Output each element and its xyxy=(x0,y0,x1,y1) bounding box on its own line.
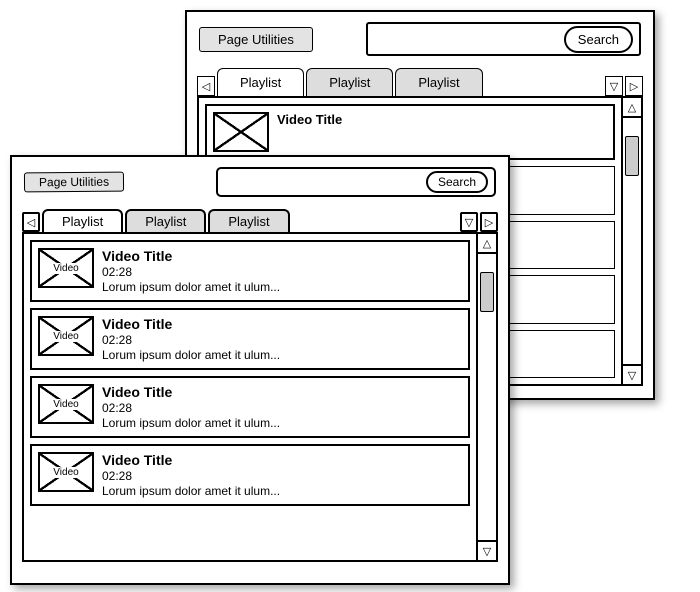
page-utilities-tab[interactable]: Page Utilities xyxy=(199,27,313,52)
scroll-down-icon[interactable]: ▽ xyxy=(623,364,641,384)
tab-playlist[interactable]: Playlist xyxy=(306,68,393,96)
scroll-up-icon[interactable]: △ xyxy=(623,98,641,118)
search-bar: Search xyxy=(366,22,641,56)
search-button[interactable]: Search xyxy=(564,26,633,53)
search-button[interactable]: Search xyxy=(426,171,488,193)
item-body: Video Title xyxy=(277,112,607,128)
tabs-dropdown-icon[interactable]: ▽ xyxy=(460,212,478,232)
tab-playlist[interactable]: Playlist xyxy=(42,209,123,232)
video-thumbnail-icon: Video xyxy=(38,248,94,288)
tab-playlist[interactable]: Playlist xyxy=(208,209,289,232)
video-title: Video Title xyxy=(102,248,462,264)
search-bar: Search xyxy=(216,167,496,197)
video-title: Video Title xyxy=(102,384,462,400)
video-duration: 02:28 xyxy=(102,469,462,483)
tabs-scroll-left-icon[interactable]: ◁ xyxy=(197,76,215,96)
scrollbar[interactable]: △ ▽ xyxy=(621,98,641,384)
search-input[interactable] xyxy=(374,31,558,48)
video-thumbnail-icon xyxy=(213,112,269,152)
video-duration: 02:28 xyxy=(102,333,462,347)
scroll-thumb[interactable] xyxy=(480,272,494,312)
list-item[interactable]: Video Video Title 02:28 Lorum ipsum dolo… xyxy=(30,444,470,506)
scroll-down-icon[interactable]: ▽ xyxy=(478,540,496,560)
tabs-scroll-right-icon[interactable]: ▷ xyxy=(625,76,643,96)
scroll-track[interactable] xyxy=(478,254,496,540)
video-description: Lorum ipsum dolor amet it ulum... xyxy=(102,280,462,294)
video-thumbnail-icon: Video xyxy=(38,452,94,492)
tab-playlist[interactable]: Playlist xyxy=(217,68,304,96)
scroll-thumb[interactable] xyxy=(625,136,639,176)
tabs-scroll-right-icon[interactable]: ▷ xyxy=(480,212,498,232)
scrollbar[interactable]: △ ▽ xyxy=(476,234,496,560)
scroll-track[interactable] xyxy=(623,118,641,364)
video-description: Lorum ipsum dolor amet it ulum... xyxy=(102,348,462,362)
video-thumbnail-icon: Video xyxy=(38,384,94,424)
video-title: Video Title xyxy=(102,452,462,468)
video-description: Lorum ipsum dolor amet it ulum... xyxy=(102,484,462,498)
video-list: Video Video Title 02:28 Lorum ipsum dolo… xyxy=(24,234,476,560)
list-item[interactable]: Video Title xyxy=(205,104,615,160)
item-body: Video Title 02:28 Lorum ipsum dolor amet… xyxy=(102,384,462,430)
tabs-scroll-left-icon[interactable]: ◁ xyxy=(22,212,40,232)
tab-playlist[interactable]: Playlist xyxy=(395,68,482,96)
scroll-up-icon[interactable]: △ xyxy=(478,234,496,254)
list-item[interactable]: Video Video Title 02:28 Lorum ipsum dolo… xyxy=(30,308,470,370)
video-thumbnail-icon: Video xyxy=(38,316,94,356)
content-area: Video Video Title 02:28 Lorum ipsum dolo… xyxy=(22,232,498,562)
item-body: Video Title 02:28 Lorum ipsum dolor amet… xyxy=(102,452,462,498)
tabs-dropdown-icon[interactable]: ▽ xyxy=(605,76,623,96)
page-utilities-tab[interactable]: Page Utilities xyxy=(24,172,124,193)
tabs-row: ◁ Playlist Playlist Playlist ▽ ▷ xyxy=(187,62,653,96)
header: Page Utilities Search xyxy=(187,12,653,62)
list-item[interactable]: Video Video Title 02:28 Lorum ipsum dolo… xyxy=(30,376,470,438)
video-duration: 02:28 xyxy=(102,401,462,415)
search-input[interactable] xyxy=(224,174,420,191)
item-body: Video Title 02:28 Lorum ipsum dolor amet… xyxy=(102,316,462,362)
video-title: Video Title xyxy=(277,112,607,127)
video-title: Video Title xyxy=(102,316,462,332)
header: Page Utilities Search xyxy=(12,157,508,203)
tab-playlist[interactable]: Playlist xyxy=(125,209,206,232)
item-body: Video Title 02:28 Lorum ipsum dolor amet… xyxy=(102,248,462,294)
tabs-row: ◁ Playlist Playlist Playlist ▽ ▷ xyxy=(12,203,508,232)
video-description: Lorum ipsum dolor amet it ulum... xyxy=(102,416,462,430)
list-item[interactable]: Video Video Title 02:28 Lorum ipsum dolo… xyxy=(30,240,470,302)
video-duration: 02:28 xyxy=(102,265,462,279)
front-window: Page Utilities Search ◁ Playlist Playlis… xyxy=(10,155,510,585)
